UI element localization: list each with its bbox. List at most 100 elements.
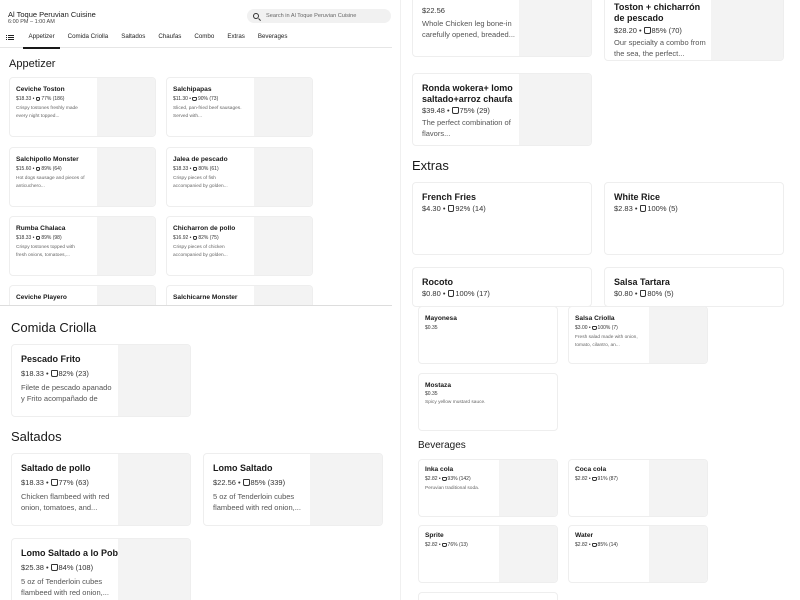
search-bar[interactable] xyxy=(247,9,391,23)
tab-comida-criolla[interactable]: Comida Criolla xyxy=(61,28,115,48)
menu-item-card[interactable]: $22.56 Whole Chicken leg bone-in careful… xyxy=(412,0,592,57)
menu-item-card[interactable]: Coca cola $2.82 • 91% (87) xyxy=(568,459,708,517)
menu-item-card[interactable]: Salchicarne Monster xyxy=(166,285,313,305)
tab-chaufas[interactable]: Chaufas xyxy=(152,28,188,48)
menu-item-card[interactable]: White Rice $2.83 • 100% (5) xyxy=(604,182,784,255)
thumbs-up-icon xyxy=(639,290,647,297)
menu-item-card[interactable]: Ronda wokera+ lomo saltado+arroz chaufa … xyxy=(412,73,592,146)
menu-item-card[interactable]: Jalea de pescado $18.33 • 80% (61) Crisp… xyxy=(166,147,313,207)
menu-item-card[interactable]: Mayonesa $0.35 xyxy=(418,306,558,364)
item-name: Salchipollo Monster xyxy=(16,156,79,163)
section-title-saltados: Saltados xyxy=(11,429,62,444)
item-image-placeholder xyxy=(118,539,190,600)
menu-item-card[interactable] xyxy=(418,592,558,600)
item-price-rating: $18.33 • 89% (98) xyxy=(16,235,62,241)
item-price-rating: $28.20 • 85% (70) xyxy=(614,26,682,35)
item-name: Lomo Saltado xyxy=(213,463,273,473)
item-description: Crispy pieces of fish accompanied by gol… xyxy=(173,176,228,189)
thumbs-up-icon xyxy=(50,564,58,571)
tab-beverages[interactable]: Beverages xyxy=(251,28,294,48)
right-column: $22.56 Whole Chicken leg bone-in careful… xyxy=(404,0,800,600)
menu-item-card[interactable]: Lomo Saltado a lo Pobre $25.38 • 84% (10… xyxy=(11,538,191,600)
thumbs-up-icon xyxy=(643,27,651,34)
item-name: Jalea de pescado xyxy=(173,156,228,163)
menu-item-card[interactable]: French Fries $4.30 • 92% (14) xyxy=(412,182,592,255)
column-divider xyxy=(400,0,401,600)
item-price-rating: $4.30 • 92% (14) xyxy=(422,204,486,213)
menu-list-icon[interactable] xyxy=(0,28,22,48)
menu-item-card[interactable]: Ceviche Playero xyxy=(9,285,156,305)
item-description: Chicken flambeed with red onion, tomatoe… xyxy=(21,492,110,512)
item-price-rating: $2.83 • 100% (5) xyxy=(614,204,678,213)
section-title-extras: Extras xyxy=(412,158,449,173)
item-price-rating: $2.82 • 93% (142) xyxy=(425,476,471,482)
item-price: $0.35 xyxy=(425,325,438,331)
menu-item-card[interactable]: Salchipollo Monster $15.60 • 89% (64) Ho… xyxy=(9,147,156,207)
menu-item-card[interactable]: Rocoto $0.80 • 100% (17) xyxy=(412,267,592,307)
thumbs-up-icon xyxy=(192,96,197,101)
menu-item-card[interactable]: Toston + chicharrón de pescado $28.20 • … xyxy=(604,0,784,61)
menu-item-card[interactable]: Chicharron de pollo $16.92 • 82% (75) Cr… xyxy=(166,216,313,276)
tab-combo[interactable]: Combo xyxy=(188,28,221,48)
item-price-rating: $18.33 • 80% (61) xyxy=(173,166,219,172)
item-image-placeholder xyxy=(649,526,707,582)
tab-appetizer[interactable]: Appetizer xyxy=(22,28,61,49)
item-description: Our specialty a combo from the sea, the … xyxy=(614,38,706,58)
item-price-rating: $18.33 • 77% (186) xyxy=(16,96,65,102)
item-name: Ceviche Playero xyxy=(16,294,67,301)
item-image-placeholder xyxy=(310,454,382,525)
menu-item-card[interactable]: Sprite $2.82 • 76% (13) xyxy=(418,525,558,583)
section-title-comida-criolla: Comida Criolla xyxy=(11,320,97,335)
item-image-placeholder xyxy=(118,454,190,525)
item-price-rating: $0.80 • 100% (17) xyxy=(422,289,490,298)
item-price-rating: $18.33 • 82% (23) xyxy=(21,369,89,378)
item-name: Rumba Chalaca xyxy=(16,225,66,232)
store-title: Al Toque Peruvian Cuisine xyxy=(8,10,96,19)
item-name: Chicharron de pollo xyxy=(173,225,236,232)
item-image-placeholder xyxy=(97,217,155,275)
tab-extras[interactable]: Extras xyxy=(221,28,252,48)
item-price-rating: $22.56 • 85% (339) xyxy=(213,478,286,487)
item-name: Mostaza xyxy=(425,382,452,389)
tab-saltados[interactable]: Saltados xyxy=(115,28,152,48)
item-image-placeholder xyxy=(254,217,312,275)
item-image-placeholder xyxy=(499,460,557,516)
thumbs-up-icon xyxy=(50,479,58,486)
thumbs-up-icon xyxy=(447,205,455,212)
menu-item-card[interactable]: Salchipapas $11.30 • 90% (73) Sliced, pa… xyxy=(166,77,313,137)
search-input[interactable] xyxy=(266,13,386,19)
thumbs-up-icon xyxy=(592,476,597,481)
item-price-rating: $15.60 • 89% (64) xyxy=(16,166,62,172)
item-name: Pescado Frito xyxy=(21,354,81,364)
menu-item-card[interactable]: Lomo Saltado $22.56 • 85% (339) 5 oz of … xyxy=(203,453,383,526)
item-description: The perfect combination of flavors... xyxy=(422,118,511,138)
item-name: Coca cola xyxy=(575,466,607,473)
menu-item-card[interactable]: Salsa Tartara $0.80 • 80% (5) xyxy=(604,267,784,307)
item-name: Toston + chicharrón de pescado xyxy=(614,2,701,23)
item-image-placeholder xyxy=(649,460,707,516)
menu-item-card[interactable]: Ceviche Toston $18.33 • 77% (186) Crispy… xyxy=(9,77,156,137)
menu-item-card[interactable]: Rumba Chalaca $18.33 • 89% (98) Crispy t… xyxy=(9,216,156,276)
menu-item-card[interactable]: Pescado Frito $18.33 • 82% (23) Filete d… xyxy=(11,344,191,417)
thumbs-up-icon xyxy=(592,325,597,330)
item-description: Sliced, pan-fried beef sausages. Served … xyxy=(173,106,242,119)
item-description: Whole Chicken leg bone-in carefully open… xyxy=(422,19,515,39)
item-price-rating: $39.48 • 75% (29) xyxy=(422,106,490,115)
menu-item-card[interactable]: Water $2.82 • 85% (14) xyxy=(568,525,708,583)
thumbs-up-icon xyxy=(447,290,455,297)
thumbs-up-icon xyxy=(35,235,41,240)
item-name: Mayonesa xyxy=(425,315,457,322)
item-image-placeholder xyxy=(711,0,783,60)
item-price-rating: $25.38 • 84% (108) xyxy=(21,563,94,572)
item-name: Inka cola xyxy=(425,466,454,473)
thumbs-up-icon xyxy=(639,205,647,212)
menu-item-card[interactable]: Inka cola $2.82 • 93% (142) Peruvian tra… xyxy=(418,459,558,517)
menu-item-card[interactable]: Saltado de pollo $18.33 • 77% (63) Chick… xyxy=(11,453,191,526)
thumbs-up-icon xyxy=(50,370,58,377)
item-name: Lomo Saltado a lo Pobre xyxy=(21,548,127,558)
menu-item-card[interactable]: Mostaza $0.35 Spicy yellow mustard sauce… xyxy=(418,373,558,431)
menu-item-card[interactable]: Salsa Criolla $3.00 • 100% (7) Fresh sal… xyxy=(568,306,708,364)
item-image-placeholder xyxy=(118,345,190,416)
item-image-placeholder xyxy=(97,286,155,305)
item-description: Peruvian traditional soda. xyxy=(425,486,480,491)
